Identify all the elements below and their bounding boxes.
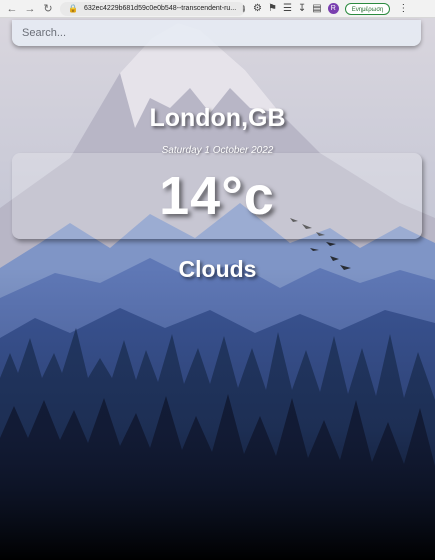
- temperature-card: 14°c: [12, 153, 422, 239]
- extensions-area: ⚙ ⚑ ☰ ↧ ▤ R Ενημέρωση ⋮: [253, 2, 408, 15]
- weather-page: London,GB Saturday 1 October 2022 14°c C…: [0, 18, 435, 560]
- list-icon[interactable]: ☰: [283, 3, 292, 14]
- address-bar[interactable]: 🔒 632ec4229b681d59c0e0b548--transcendent…: [60, 1, 245, 16]
- location-title: London,GB: [149, 104, 286, 132]
- extensions-icon[interactable]: ⚙: [253, 3, 262, 14]
- sidebar-icon[interactable]: ▤: [312, 3, 321, 14]
- flask-icon[interactable]: ⚑: [268, 3, 277, 14]
- weather-condition: Clouds: [178, 256, 257, 282]
- back-icon[interactable]: ←: [6, 3, 18, 15]
- temperature-value: 14°c: [159, 166, 275, 226]
- search-bar[interactable]: [12, 20, 421, 46]
- mountain-forest-background: [0, 18, 435, 560]
- menu-dots-icon[interactable]: ⋮: [398, 3, 408, 14]
- profile-avatar[interactable]: R: [327, 3, 339, 14]
- update-button[interactable]: Ενημέρωση: [344, 2, 391, 15]
- translate-icon[interactable]: ▦: [242, 3, 245, 14]
- forward-icon[interactable]: →: [24, 3, 36, 15]
- reload-icon[interactable]: ↻: [42, 3, 54, 15]
- browser-toolbar: ← → ↻ 🔒 632ec4229b681d59c0e0b548--transc…: [0, 0, 435, 18]
- url-text: 632ec4229b681d59c0e0b548--transcendent-r…: [83, 5, 237, 12]
- search-input[interactable]: [20, 26, 413, 40]
- lock-icon: 🔒: [68, 4, 78, 13]
- address-bar-icons: ▦ ↗ ☆: [242, 3, 245, 14]
- download-icon[interactable]: ↧: [298, 3, 306, 14]
